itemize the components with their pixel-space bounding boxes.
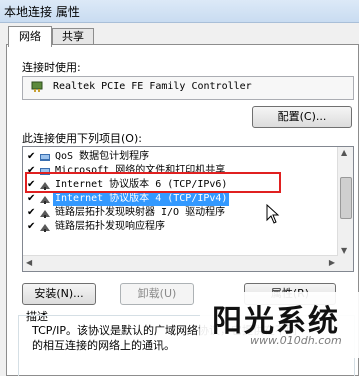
list-item-label: Internet 协议版本 4 (TCP/IPv4) (53, 192, 230, 206)
vertical-scrollbar[interactable]: ▲ ▼ (337, 147, 353, 271)
list-item-label: 链路层拓扑发现响应程序 (55, 221, 165, 232)
scroll-thumb[interactable] (340, 177, 352, 219)
watermark-logo: 阳光系统 www.010dh.com (200, 292, 359, 358)
mouse-cursor-icon (266, 203, 280, 227)
title-bar: 本地连接 属性 (0, 0, 359, 23)
install-button[interactable]: 安装(N)... (22, 283, 96, 305)
horizontal-scrollbar[interactable]: ◀ ▶ (23, 255, 338, 271)
tab-sharing[interactable]: 共享 (52, 28, 94, 45)
components-list[interactable]: ✔ QoS 数据包计划程序 ✔ Microsoft 网络的文件和打印机共享 ✔ … (22, 146, 354, 272)
list-item-lltd-responder[interactable]: ✔ 链路层拓扑发现响应程序 (23, 220, 337, 234)
list-item-ipv4[interactable]: ✔ Internet 协议版本 4 (TCP/IPv4) (23, 192, 337, 206)
checkbox-checked-icon[interactable]: ✔ (27, 152, 36, 162)
checkbox-checked-icon[interactable]: ✔ (27, 208, 36, 218)
list-item-qos[interactable]: ✔ QoS 数据包计划程序 (23, 150, 337, 164)
window-title: 本地连接 属性 (4, 5, 80, 19)
list-item-label: QoS 数据包计划程序 (55, 151, 150, 162)
uninstall-button[interactable]: 卸载(U) (120, 283, 194, 305)
tab-network-label: 网络 (19, 30, 41, 43)
description-line-2: 的相互连接的网络上的通讯。 (32, 339, 175, 352)
connect-using-label: 连接时使用: (22, 61, 81, 74)
highlight-box (25, 172, 281, 193)
network-service-icon (39, 151, 51, 163)
tab-sharing-label: 共享 (62, 30, 84, 43)
adapter-field: Realtek PCIe FE Family Controller (22, 76, 354, 100)
network-adapter-icon (31, 80, 45, 94)
checkbox-checked-icon[interactable]: ✔ (27, 222, 36, 232)
tab-network[interactable]: 网络 (8, 26, 52, 47)
protocol-icon (39, 193, 51, 205)
list-item-lltd-mapper[interactable]: ✔ 链路层拓扑发现映射器 I/O 驱动程序 (23, 206, 337, 220)
scroll-left-icon[interactable]: ◀ (26, 258, 32, 267)
watermark-url: www.010dh.com (250, 334, 342, 347)
configure-button[interactable]: 配置(C)... (252, 106, 352, 128)
scroll-down-icon[interactable]: ▼ (341, 246, 347, 255)
protocol-icon (39, 221, 51, 233)
checkbox-checked-icon[interactable]: ✔ (27, 194, 36, 204)
list-item-label: 链路层拓扑发现映射器 I/O 驱动程序 (55, 207, 226, 218)
items-label: 此连接使用下列项目(O): (22, 132, 142, 145)
scroll-right-icon[interactable]: ▶ (329, 258, 335, 267)
scroll-up-icon[interactable]: ▲ (341, 148, 347, 157)
protocol-icon (39, 207, 51, 219)
adapter-name: Realtek PCIe FE Family Controller (53, 81, 252, 92)
